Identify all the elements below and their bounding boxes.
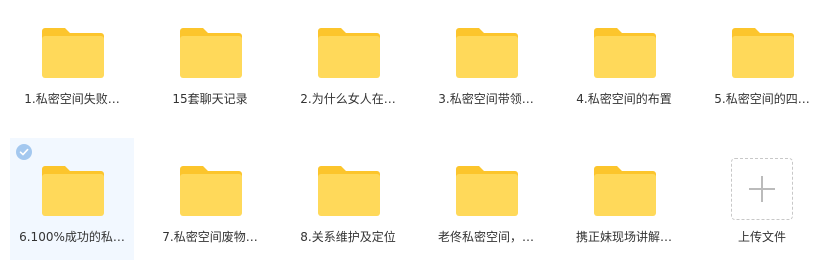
folder-item[interactable]: 2.为什么女人在… [286,0,410,122]
folder-icon [594,166,656,216]
folder-label: 4.私密空间的布置 [576,92,672,106]
folder-icon [180,28,242,78]
file-grid: 1.私密空间失败… 15套聊天记录 2.为什么女人在… 3.私密空间带领… 4.… [0,0,823,277]
folder-icon [456,166,518,216]
folder-label: 1.私密空间失败… [24,92,120,106]
folder-label: 6.100%成功的私… [19,230,125,244]
folder-icon [732,28,794,78]
folder-label: 2.为什么女人在… [300,92,396,106]
upload-file-button[interactable]: 上传文件 [700,138,823,260]
folder-item[interactable]: 4.私密空间的布置 [562,0,686,122]
folder-item[interactable]: 1.私密空间失败… [10,0,134,122]
folder-item[interactable]: 7.私密空间废物… [148,138,272,260]
folder-item[interactable]: 5.私密空间的四… [700,0,823,122]
folder-label: 老佟私密空间，… [437,230,534,244]
folder-icon [42,166,104,216]
folder-label: 5.私密空间的四… [714,92,810,106]
folder-icon [180,166,242,216]
folder-item[interactable]: 携正妹现场讲解… [562,138,686,260]
folder-icon [42,28,104,78]
upload-label: 上传文件 [737,230,786,244]
folder-icon [318,166,380,216]
folder-icon [318,28,380,78]
folder-label: 3.私密空间带领… [438,92,534,106]
plus-icon [749,176,775,202]
folder-item-selected[interactable]: 6.100%成功的私… [10,138,134,260]
folder-label: 8.关系维护及定位 [300,230,396,244]
folder-item[interactable]: 3.私密空间带领… [424,0,548,122]
folder-item[interactable]: 15套聊天记录 [148,0,272,122]
folder-label: 7.私密空间废物… [162,230,258,244]
selected-check-icon[interactable] [16,144,32,160]
folder-label: 携正妹现场讲解… [575,230,672,244]
folder-icon [594,28,656,78]
folder-item[interactable]: 老佟私密空间，… [424,138,548,260]
upload-drop-area[interactable] [731,158,793,220]
folder-label: 15套聊天记录 [172,92,248,106]
folder-item[interactable]: 8.关系维护及定位 [286,138,410,260]
folder-icon [456,28,518,78]
